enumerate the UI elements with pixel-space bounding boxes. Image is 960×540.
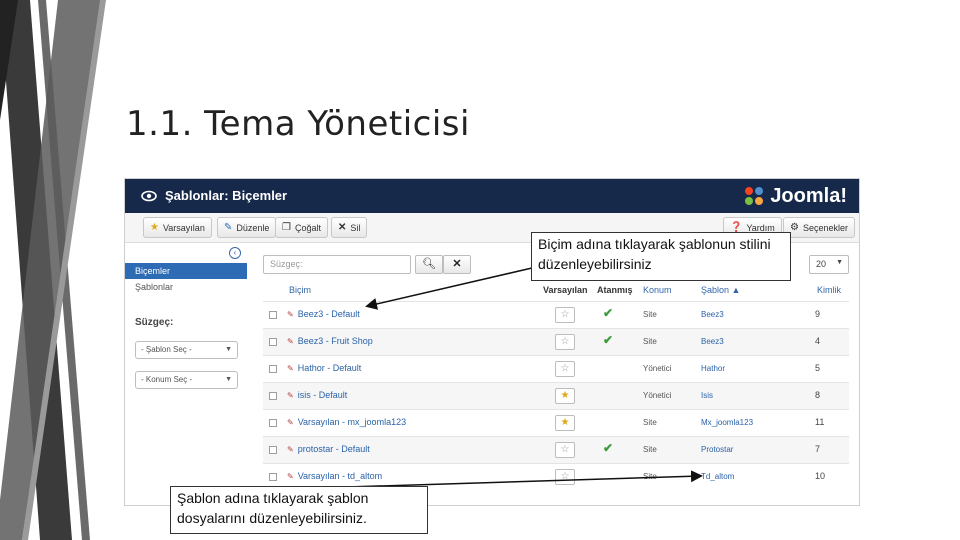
callout-template-note: Şablon adına tıklayarak şablon dosyaları… xyxy=(170,486,428,534)
annotation-arrows xyxy=(251,267,703,491)
arrow-to-style-name xyxy=(365,267,533,310)
slide: 1.1. Tema Yöneticisi Şablonlar: Biçemler… xyxy=(0,0,960,540)
callout-style-note: Biçim adına tıklayarak şablonun stilini … xyxy=(531,232,791,281)
